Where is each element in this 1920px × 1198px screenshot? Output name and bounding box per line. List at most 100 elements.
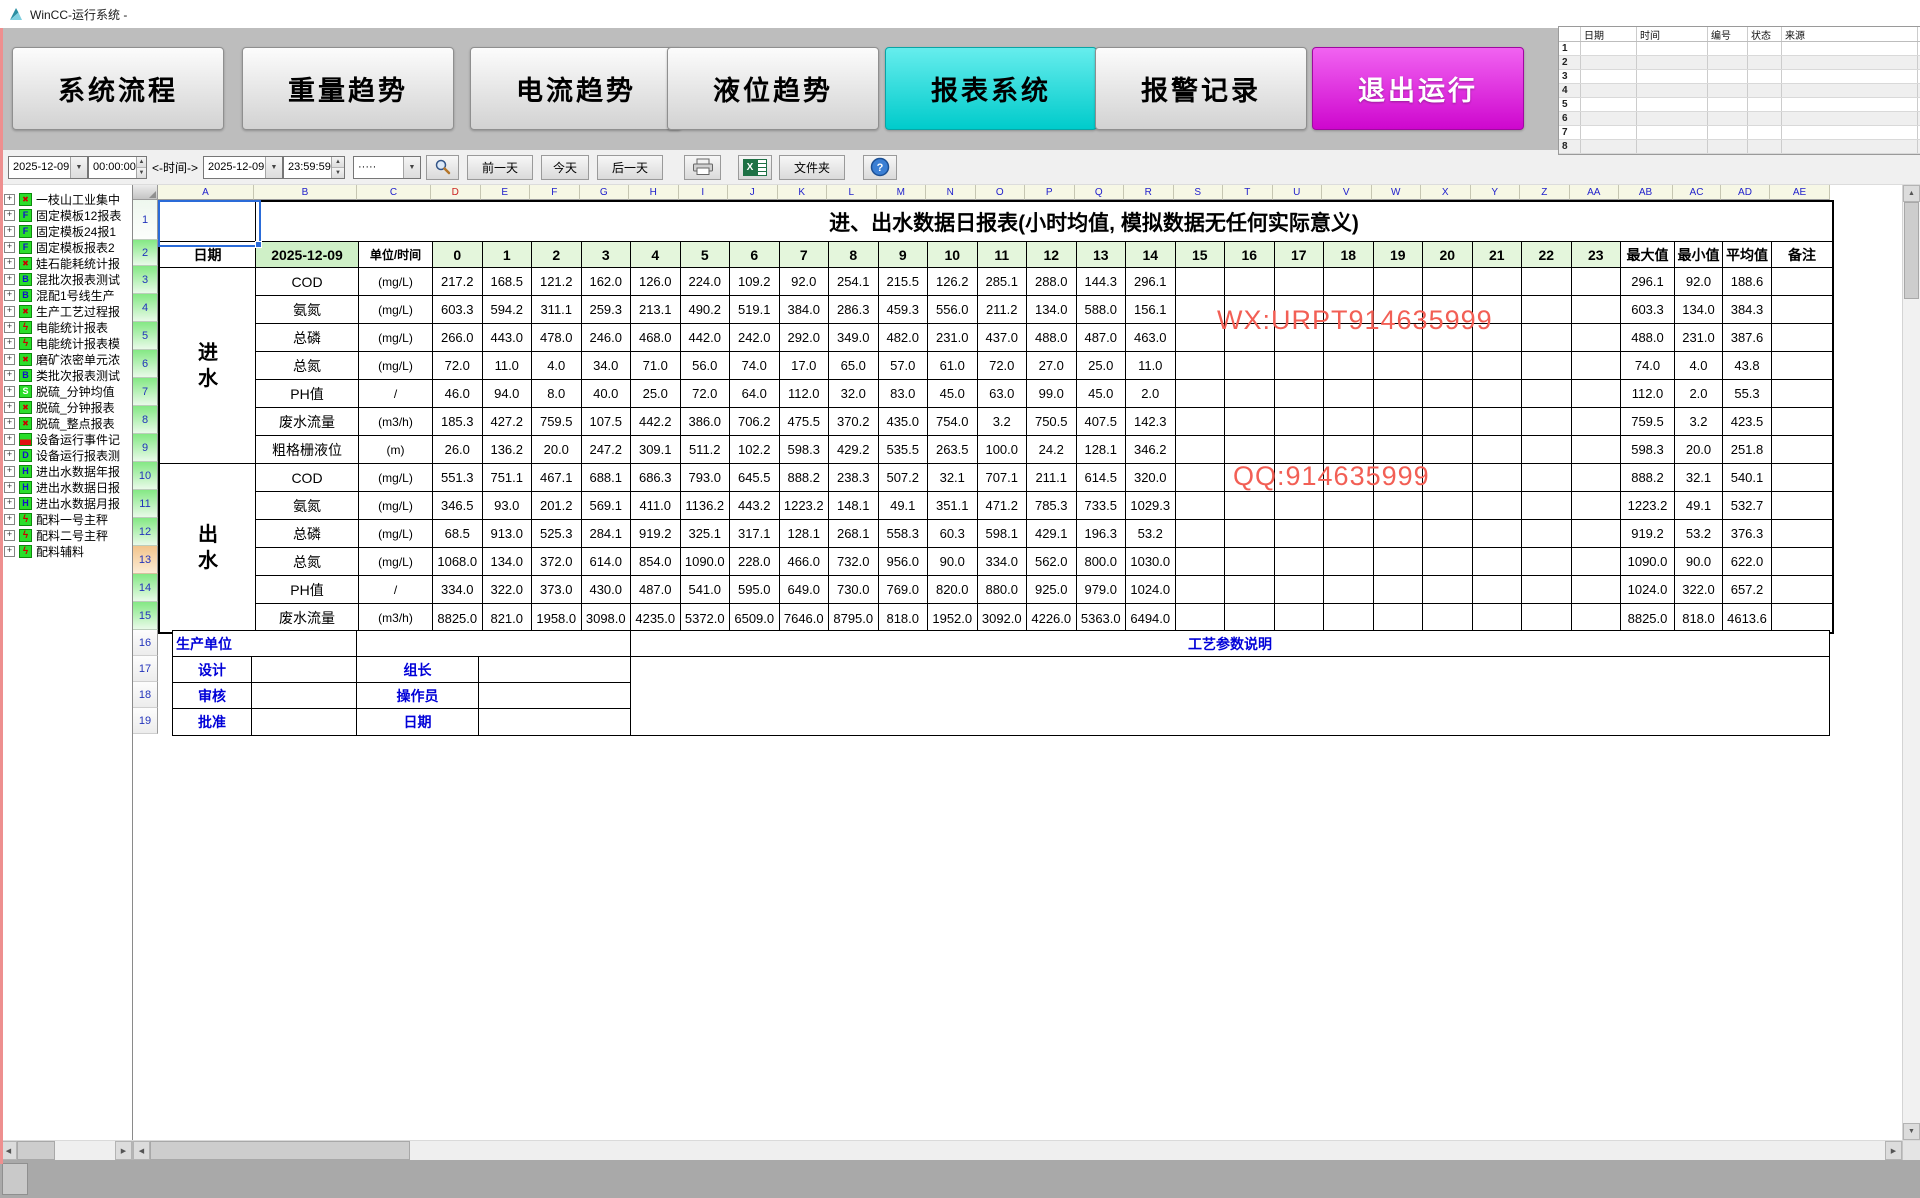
hour-header-cell[interactable]: 17 xyxy=(1275,242,1325,268)
value-cell[interactable]: 322.0 xyxy=(483,576,533,604)
expand-plus-icon[interactable]: + xyxy=(4,290,15,301)
value-cell[interactable]: 407.5 xyxy=(1077,408,1127,436)
value-cell[interactable]: 286.3 xyxy=(829,296,879,324)
value-cell[interactable]: 411.0 xyxy=(631,492,681,520)
remark-cell[interactable] xyxy=(1772,436,1832,464)
row-header-13[interactable]: 13 xyxy=(133,546,158,574)
value-cell[interactable]: 102.2 xyxy=(730,436,780,464)
row-header-19[interactable]: 19 xyxy=(133,708,158,734)
unit-cell[interactable]: (mg/L) xyxy=(359,352,433,380)
select-all-corner[interactable] xyxy=(133,185,158,200)
value-cell[interactable]: 213.1 xyxy=(631,296,681,324)
start-time-spinner[interactable]: 00:00:00 ▲▼ xyxy=(88,156,147,179)
value-cell[interactable]: 525.3 xyxy=(532,520,582,548)
column-header-AA[interactable]: AA xyxy=(1570,185,1620,200)
value-cell[interactable]: 569.1 xyxy=(582,492,632,520)
tree-item-2[interactable]: +F固定模板12报表 xyxy=(0,207,132,223)
value-cell[interactable]: 3.2 xyxy=(978,408,1028,436)
vertical-scrollbar[interactable]: ▲ ▼ xyxy=(1902,185,1920,1140)
cell-A1[interactable] xyxy=(160,202,256,242)
interval-select[interactable]: ····· ▼ xyxy=(353,156,421,179)
value-cell[interactable] xyxy=(1423,548,1473,576)
value-cell[interactable] xyxy=(1324,408,1374,436)
hour-header-cell[interactable]: 13 xyxy=(1077,242,1127,268)
value-cell[interactable]: 109.2 xyxy=(730,268,780,296)
stat-value-cell[interactable]: 188.6 xyxy=(1723,268,1772,296)
tree-item-4[interactable]: +F固定模板报表2 xyxy=(0,239,132,255)
value-cell[interactable]: 2.0 xyxy=(1126,380,1176,408)
hour-header-cell[interactable]: 21 xyxy=(1473,242,1523,268)
tree-scroll-track[interactable] xyxy=(55,1141,115,1160)
alarm-row[interactable]: 6 xyxy=(1559,112,1920,126)
value-cell[interactable] xyxy=(1522,604,1572,632)
scroll-left-icon[interactable]: ◀ xyxy=(133,1141,150,1160)
value-cell[interactable]: 263.5 xyxy=(928,436,978,464)
tree-item-11[interactable]: +✖磨矿浓密单元浓 xyxy=(0,351,132,367)
value-cell[interactable]: 268.1 xyxy=(829,520,879,548)
tree-item-19[interactable]: +H进出水数据日报 xyxy=(0,479,132,495)
tree-item-21[interactable]: +ϟ配料一号主秤 xyxy=(0,511,132,527)
value-cell[interactable]: 443.2 xyxy=(730,492,780,520)
column-header-L[interactable]: L xyxy=(827,185,877,200)
remark-cell[interactable] xyxy=(1772,380,1832,408)
param-name-cell[interactable]: PH值 xyxy=(256,380,359,408)
tree-item-6[interactable]: +B混批次报表测试 xyxy=(0,271,132,287)
value-cell[interactable]: 588.0 xyxy=(1077,296,1127,324)
value-cell[interactable] xyxy=(1275,408,1325,436)
value-cell[interactable] xyxy=(1423,408,1473,436)
value-cell[interactable] xyxy=(1374,492,1424,520)
value-cell[interactable] xyxy=(1225,492,1275,520)
value-cell[interactable]: 372.0 xyxy=(532,548,582,576)
value-cell[interactable]: 686.3 xyxy=(631,464,681,492)
value-cell[interactable] xyxy=(1423,464,1473,492)
value-cell[interactable] xyxy=(1176,268,1226,296)
scroll-up-icon[interactable]: ▲ xyxy=(1903,185,1920,202)
hour-header-cell[interactable]: 12 xyxy=(1027,242,1077,268)
unit-cell[interactable]: (mg/L) xyxy=(359,296,433,324)
chevron-down-icon[interactable]: ▼ xyxy=(70,157,87,178)
column-header-U[interactable]: U xyxy=(1273,185,1323,200)
remark-cell[interactable] xyxy=(1772,268,1832,296)
unit-cell[interactable]: (m) xyxy=(359,436,433,464)
footer-label-cell[interactable]: 审核 xyxy=(173,683,252,709)
hour-header-cell[interactable]: 20 xyxy=(1423,242,1473,268)
print-button[interactable] xyxy=(684,155,721,180)
value-cell[interactable]: 471.2 xyxy=(978,492,1028,520)
remark-cell[interactable] xyxy=(1772,492,1832,520)
value-cell[interactable]: 74.0 xyxy=(730,352,780,380)
value-cell[interactable] xyxy=(1522,436,1572,464)
value-cell[interactable]: 519.1 xyxy=(730,296,780,324)
value-cell[interactable]: 1958.0 xyxy=(532,604,582,632)
value-cell[interactable]: 61.0 xyxy=(928,352,978,380)
value-cell[interactable] xyxy=(1423,380,1473,408)
value-cell[interactable] xyxy=(1522,576,1572,604)
value-cell[interactable] xyxy=(1225,520,1275,548)
stat-value-cell[interactable]: 540.1 xyxy=(1723,464,1772,492)
value-cell[interactable]: 4226.0 xyxy=(1027,604,1077,632)
value-cell[interactable] xyxy=(1522,324,1572,352)
value-cell[interactable]: 442.2 xyxy=(631,408,681,436)
tree-item-13[interactable]: +S脱硫_分钟均值 xyxy=(0,383,132,399)
value-cell[interactable]: 242.0 xyxy=(730,324,780,352)
value-cell[interactable]: 7646.0 xyxy=(780,604,830,632)
column-header-T[interactable]: T xyxy=(1223,185,1273,200)
unit-cell[interactable]: (mg/L) xyxy=(359,548,433,576)
tree-item-10[interactable]: +ϟ电能统计报表模 xyxy=(0,335,132,351)
value-cell[interactable]: 598.3 xyxy=(780,436,830,464)
expand-plus-icon[interactable]: + xyxy=(4,498,15,509)
sheet-scroll-thumb[interactable] xyxy=(150,1141,410,1160)
value-cell[interactable]: 72.0 xyxy=(978,352,1028,380)
value-cell[interactable]: 490.2 xyxy=(681,296,731,324)
stat-value-cell[interactable]: 384.3 xyxy=(1723,296,1772,324)
value-cell[interactable]: 211.2 xyxy=(978,296,1028,324)
value-cell[interactable]: 93.0 xyxy=(483,492,533,520)
row-header-11[interactable]: 11 xyxy=(133,490,158,518)
value-cell[interactable]: 463.0 xyxy=(1126,324,1176,352)
value-cell[interactable]: 759.5 xyxy=(532,408,582,436)
tree-item-17[interactable]: +D设备运行报表测 xyxy=(0,447,132,463)
value-cell[interactable]: 168.5 xyxy=(483,268,533,296)
stat-value-cell[interactable]: 55.3 xyxy=(1723,380,1772,408)
value-cell[interactable] xyxy=(1522,268,1572,296)
expand-plus-icon[interactable]: + xyxy=(4,242,15,253)
value-cell[interactable]: 562.0 xyxy=(1027,548,1077,576)
